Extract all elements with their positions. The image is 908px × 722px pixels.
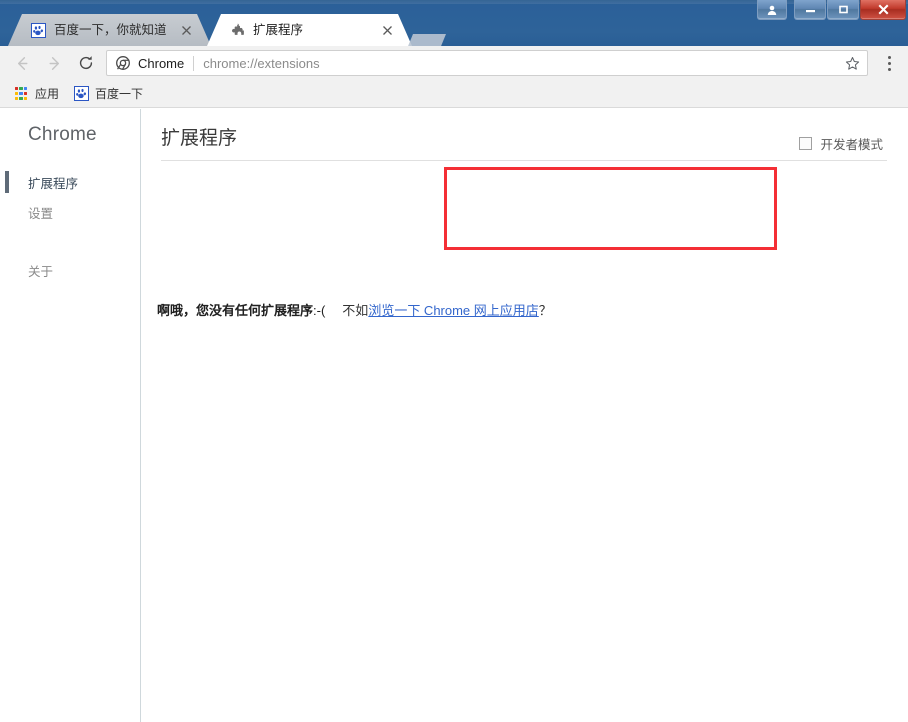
title-bar: 百度一下，你就知道 扩展程序 [0,0,908,46]
red-annotation-rectangle [444,167,777,250]
header-divider [161,160,887,161]
baidu-paw-icon [73,86,89,102]
forward-icon[interactable] [40,49,68,77]
omnibox-url-text[interactable]: chrome://extensions [203,56,843,71]
extensions-main-panel: 扩展程序 开发者模式 啊哦，您没有任何扩展程序:-( 不如浏览一下 Chrome … [140,109,908,722]
omnibox-scheme-label: Chrome [138,55,185,71]
chrome-logo-icon [115,55,131,71]
sidebar-item-about[interactable]: 关于 [0,255,140,285]
sidebar-item-label: 扩展程序 [28,176,79,191]
chrome-menu-icon[interactable] [876,49,902,77]
browser-window: 百度一下，你就知道 扩展程序 Chrome chrome://extension… [0,0,908,722]
developer-mode-toggle[interactable]: 开发者模式 [799,134,883,153]
tab-baidu[interactable]: 百度一下，你就知道 [8,14,211,46]
developer-mode-label: 开发者模式 [820,138,883,152]
developer-mode-checkbox[interactable] [799,137,813,150]
bookmark-label: 百度一下 [95,87,144,101]
bookmark-star-icon[interactable] [843,54,861,72]
suggest-prefix: 不如 [342,303,369,318]
apps-grid-icon [13,86,29,102]
tab-title: 百度一下，你就知道 [54,23,167,37]
navigation-toolbar: Chrome chrome://extensions [0,46,908,81]
sidebar-item-label: 关于 [28,264,54,279]
sidebar-title: Chrome [28,124,97,145]
bookmarks-bar: 应用 百度一下 [0,80,908,108]
omnibox-separator [193,55,195,71]
puzzle-piece-icon [229,22,245,38]
selection-indicator [5,171,9,193]
address-bar[interactable]: Chrome chrome://extensions [106,50,868,76]
sidebar-item-label: 设置 [28,206,54,221]
back-icon[interactable] [8,49,36,77]
sidebar-item-extensions[interactable]: 扩展程序 [0,167,140,197]
tab-title: 扩展程序 [253,23,304,37]
tab-close-icon[interactable] [178,22,195,39]
page-content: Chrome 扩展程序 设置 关于 扩展程序 开发者模式 啊哦，您没有任何扩展程… [0,109,908,722]
baidu-paw-icon [30,22,46,38]
tab-extensions[interactable]: 扩展程序 [207,14,412,46]
tab-close-icon[interactable] [379,22,396,39]
sidebar-item-settings[interactable]: 设置 [0,197,140,227]
tab-strip: 百度一下，你就知道 扩展程序 [0,14,908,46]
bookmark-baidu[interactable]: 百度一下 [70,83,150,105]
empty-extensions-message: 啊哦，您没有任何扩展程序:-( 不如浏览一下 Chrome 网上应用店？ [157,300,552,319]
webstore-link[interactable]: 浏览一下 Chrome 网上应用店 [368,303,538,318]
sidebar-item-list: 扩展程序 设置 关于 [0,167,140,285]
page-title: 扩展程序 [161,128,238,149]
bookmark-apps[interactable]: 应用 [10,83,66,105]
reload-icon[interactable] [72,49,100,77]
empty-headline: 啊哦，您没有任何扩展程序 [157,303,314,318]
suggest-suffix: ？ [538,303,552,318]
settings-sidebar: Chrome 扩展程序 设置 关于 [0,109,141,722]
empty-emoticon: :-( [313,303,326,318]
bookmark-label: 应用 [35,87,60,101]
